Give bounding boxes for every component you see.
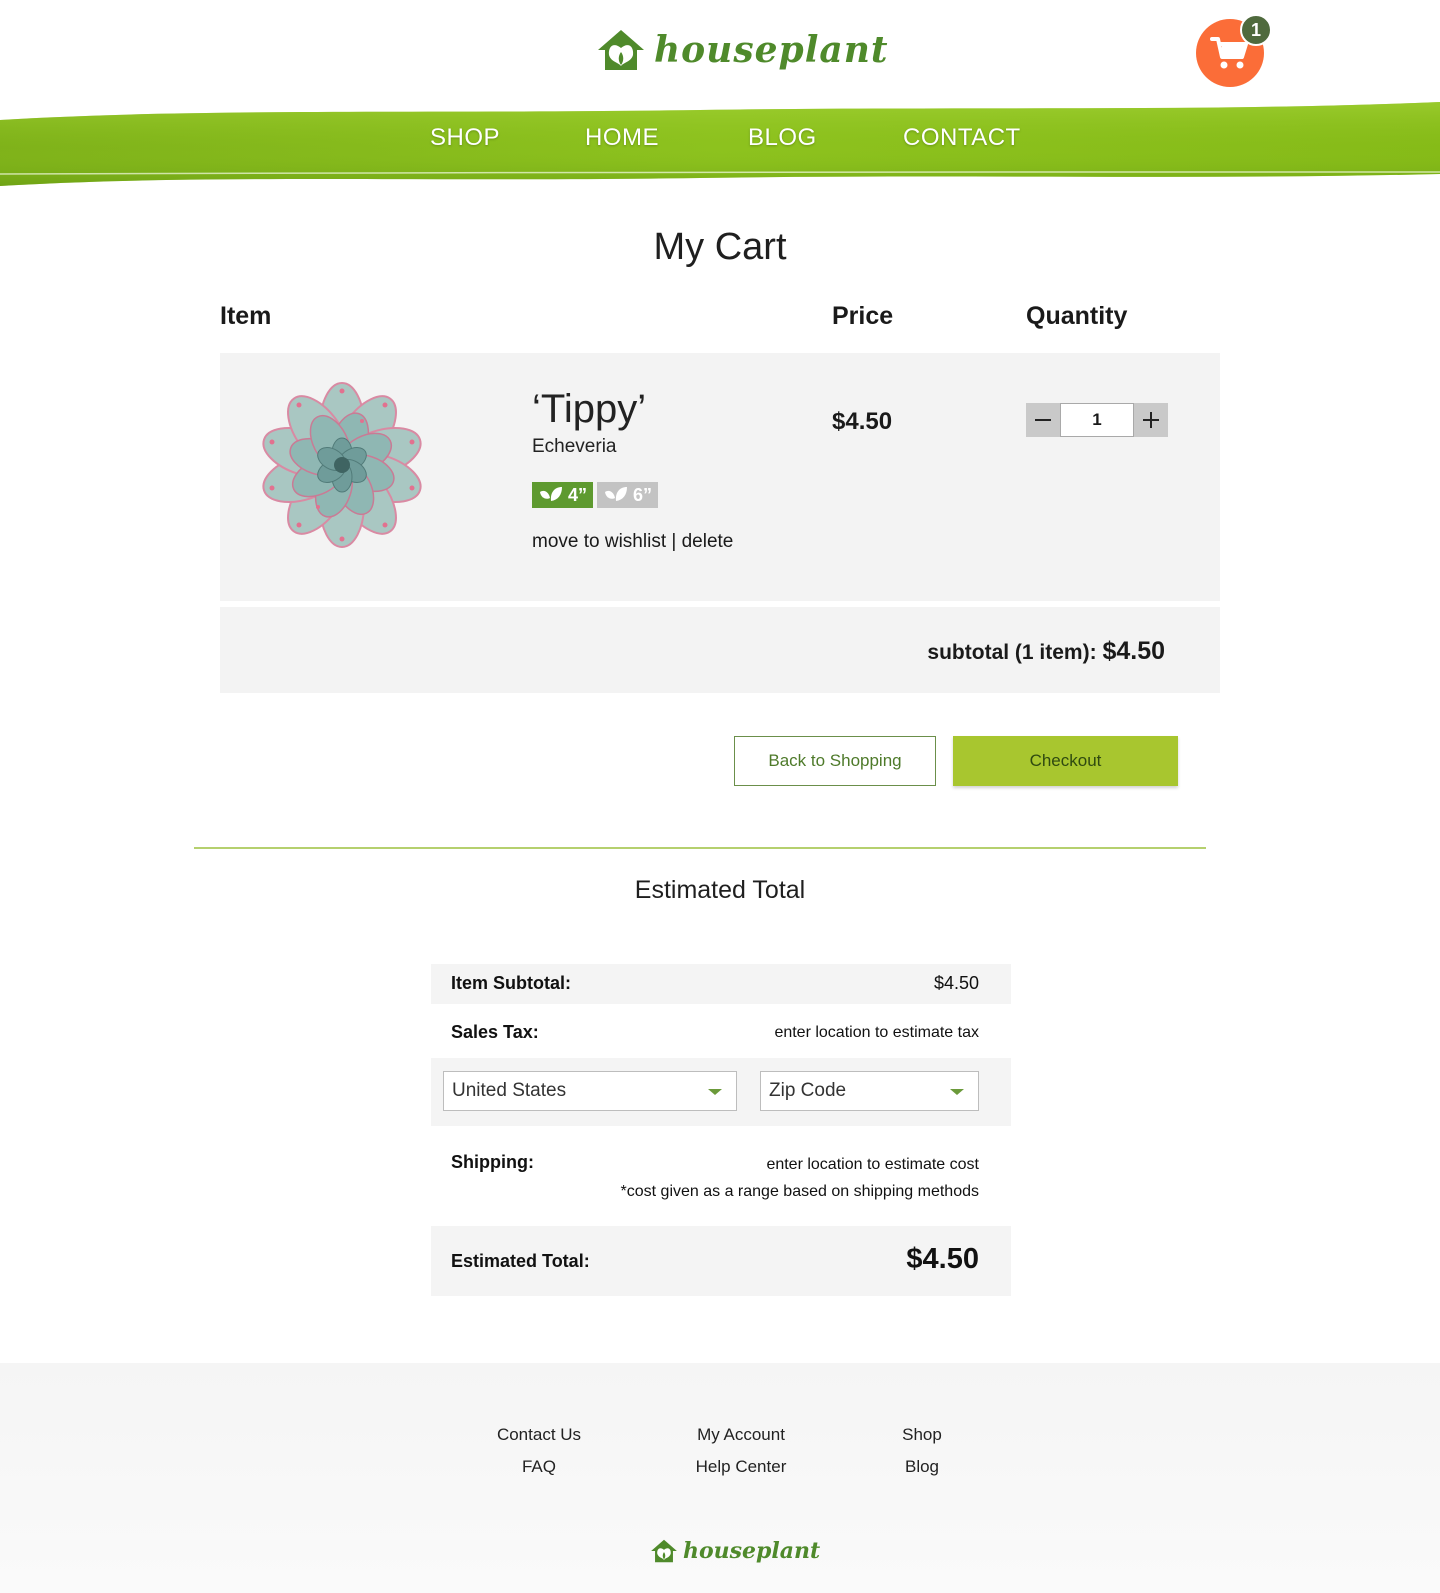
subtotal-value: $4.50 <box>1102 637 1165 665</box>
footer-link-contact-us[interactable]: Contact Us <box>459 1425 619 1445</box>
nav-blog[interactable]: BLOG <box>748 124 817 152</box>
leaf-icon <box>605 487 627 501</box>
move-to-wishlist-link[interactable]: move to wishlist <box>532 531 666 552</box>
country-select[interactable]: United States <box>443 1071 737 1111</box>
size-label: 4” <box>568 484 588 505</box>
footer-link-faq[interactable]: FAQ <box>459 1457 619 1477</box>
estimated-total-row: Estimated Total: $4.50 <box>431 1226 1011 1296</box>
section-divider <box>194 847 1206 849</box>
product-name[interactable]: ‘Tippy’ <box>532 387 646 432</box>
shipping-label: Shipping: <box>451 1152 534 1172</box>
plus-icon <box>1143 412 1159 428</box>
chevron-down-icon <box>708 1089 722 1095</box>
delete-link[interactable]: delete <box>682 531 734 552</box>
item-subtotal-label: Item Subtotal: <box>451 973 571 993</box>
decrease-quantity-button[interactable] <box>1026 403 1060 437</box>
estimate-title: Estimated Total <box>634 876 806 904</box>
house-leaf-logo-icon <box>651 1539 677 1563</box>
chevron-down-icon <box>950 1089 964 1095</box>
plant-image[interactable] <box>252 381 432 549</box>
minus-icon <box>1035 419 1051 421</box>
estimated-total-label: Estimated Total: <box>451 1251 590 1271</box>
back-to-shopping-button[interactable]: Back to Shopping <box>734 736 936 786</box>
quantity-stepper: 1 <box>1026 403 1168 437</box>
brand-name: houseplant <box>654 29 889 71</box>
quantity-input[interactable]: 1 <box>1060 403 1134 437</box>
brand-logo[interactable]: houseplant <box>596 28 889 72</box>
column-header-quantity: Quantity <box>1026 302 1128 330</box>
country-select-value: United States <box>452 1080 567 1101</box>
footer-link-my-account[interactable]: My Account <box>661 1425 821 1445</box>
zip-select-value: Zip Code <box>769 1080 847 1101</box>
item-subtotal-row: Item Subtotal: $4.50 <box>431 964 1011 1004</box>
size-label: 6” <box>633 484 653 505</box>
footer-logo[interactable]: houseplant <box>650 1538 820 1564</box>
item-actions: move to wishlist | delete <box>532 531 733 553</box>
page-title: My Cart <box>653 226 787 268</box>
sales-tax-row: Sales Tax: enter location to estimate ta… <box>431 1004 1011 1058</box>
checkout-button[interactable]: Checkout <box>953 736 1178 786</box>
size-option-6[interactable]: 6” <box>597 482 659 508</box>
leaf-icon <box>540 487 562 501</box>
nav-home[interactable]: HOME <box>585 124 659 152</box>
footer-link-shop[interactable]: Shop <box>842 1425 1002 1445</box>
item-subtotal-value: $4.50 <box>933 973 979 993</box>
sales-tax-label: Sales Tax: <box>451 1022 539 1042</box>
nav-contact[interactable]: CONTACT <box>903 124 1021 152</box>
action-separator: | <box>671 531 677 552</box>
footer-link-help-center[interactable]: Help Center <box>661 1457 821 1477</box>
estimated-total-value: $4.50 <box>906 1243 979 1275</box>
size-option-4-selected[interactable]: 4” <box>532 482 594 508</box>
increase-quantity-button[interactable] <box>1134 403 1168 437</box>
column-header-price: Price <box>832 302 894 330</box>
shipping-subnote: *cost given as a range based on shipping… <box>620 1183 979 1200</box>
shipping-note: enter location to estimate cost <box>766 1156 979 1173</box>
product-type: Echeveria <box>532 436 617 457</box>
item-price: $4.50 <box>832 408 893 435</box>
cart-count-badge: 1 <box>1240 14 1272 46</box>
subtotal-label: subtotal (1 item): <box>927 641 1097 664</box>
zip-code-select[interactable]: Zip Code <box>760 1071 979 1111</box>
sales-tax-note: enter location to estimate tax <box>774 1024 979 1041</box>
house-leaf-logo-icon <box>598 30 644 70</box>
footer-brand-name: houseplant <box>683 1538 821 1564</box>
main-nav: SHOP HOME BLOG CONTACT <box>0 124 1440 156</box>
cart-subtotal: subtotal (1 item): $4.50 <box>927 637 1165 666</box>
column-header-item: Item <box>220 302 272 330</box>
footer-link-blog[interactable]: Blog <box>842 1457 1002 1477</box>
nav-shop[interactable]: SHOP <box>430 124 500 152</box>
shipping-row: Shipping: enter location to estimate cos… <box>431 1126 1011 1226</box>
